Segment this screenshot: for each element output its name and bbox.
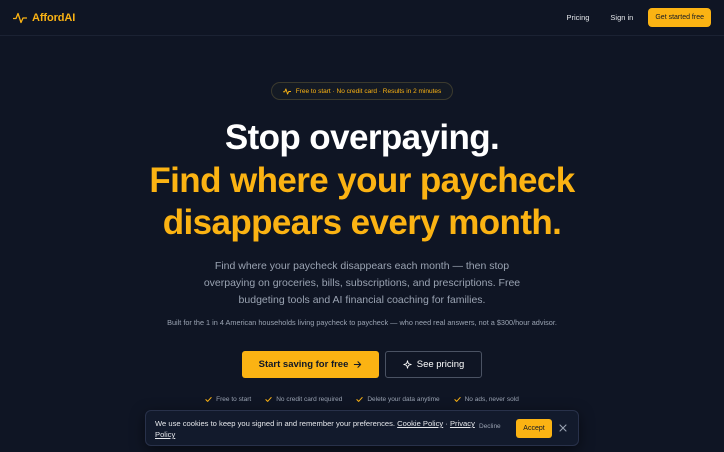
nav-pricing-link[interactable]: Pricing (566, 13, 589, 22)
check-icon (356, 397, 363, 402)
headline-line-3: disappears every month. (162, 203, 562, 242)
start-saving-button[interactable]: Start saving for free (242, 351, 379, 378)
announcement-pill: Free to start · No credit card · Results… (271, 82, 453, 100)
feature-item: Free to start (205, 396, 251, 403)
cookie-separator: · (445, 419, 448, 428)
start-saving-label: Start saving for free (258, 359, 349, 370)
sparkle-icon (403, 360, 412, 369)
check-icon (265, 397, 272, 402)
cookie-banner: We use cookies to keep you signed in and… (145, 410, 579, 446)
close-icon (559, 424, 567, 432)
feature-text: Delete your data anytime (367, 396, 440, 403)
pulse-icon (13, 12, 27, 23)
site-header: AffordAI Pricing Sign in Get started fre… (0, 0, 724, 36)
arrow-right-icon (354, 361, 362, 368)
see-pricing-button[interactable]: See pricing (385, 351, 482, 378)
feature-text: Free to start (216, 396, 252, 403)
check-icon (453, 397, 461, 402)
nav-signin-link[interactable]: Sign in (610, 13, 633, 22)
feature-text: No credit card required (276, 396, 343, 403)
cookie-message: We use cookies to keep you signed in and… (155, 418, 475, 440)
cookie-close-button[interactable] (559, 423, 569, 433)
get-started-button[interactable]: Get started free (648, 8, 711, 27)
feature-list: Free to start No credit card required De… (0, 396, 724, 403)
feature-item: No ads, never sold (453, 396, 519, 403)
hero-note: Built for the 1 in 4 American households… (167, 318, 557, 327)
brand-logo[interactable]: AffordAI (13, 12, 75, 24)
headline-line-2: Find where your paycheck (149, 161, 575, 200)
feature-text: No ads, never sold (464, 396, 519, 403)
feature-item: No credit card required (265, 396, 342, 403)
hero-subheading: Find where your paycheck disappears each… (203, 260, 521, 306)
cookie-accept-button[interactable]: Accept (516, 419, 552, 438)
landing-page: AffordAI Pricing Sign in Get started fre… (0, 0, 724, 452)
feature-item: Delete your data anytime (356, 396, 440, 403)
cookie-text: We use cookies to keep you signed in and… (155, 419, 396, 428)
see-pricing-label: See pricing (416, 359, 465, 370)
cookie-decline-button[interactable]: Decline (479, 423, 501, 430)
top-nav: Pricing Sign in Get started free (566, 8, 711, 27)
pill-text: Free to start · No credit card · Results… (295, 87, 442, 95)
pulse-icon (282, 87, 291, 95)
cookie-policy-link[interactable]: Cookie Policy (397, 419, 443, 428)
brand-name: AffordAI (32, 11, 76, 24)
check-icon (205, 397, 212, 402)
headline-line-1: Stop overpaying. (224, 118, 500, 157)
